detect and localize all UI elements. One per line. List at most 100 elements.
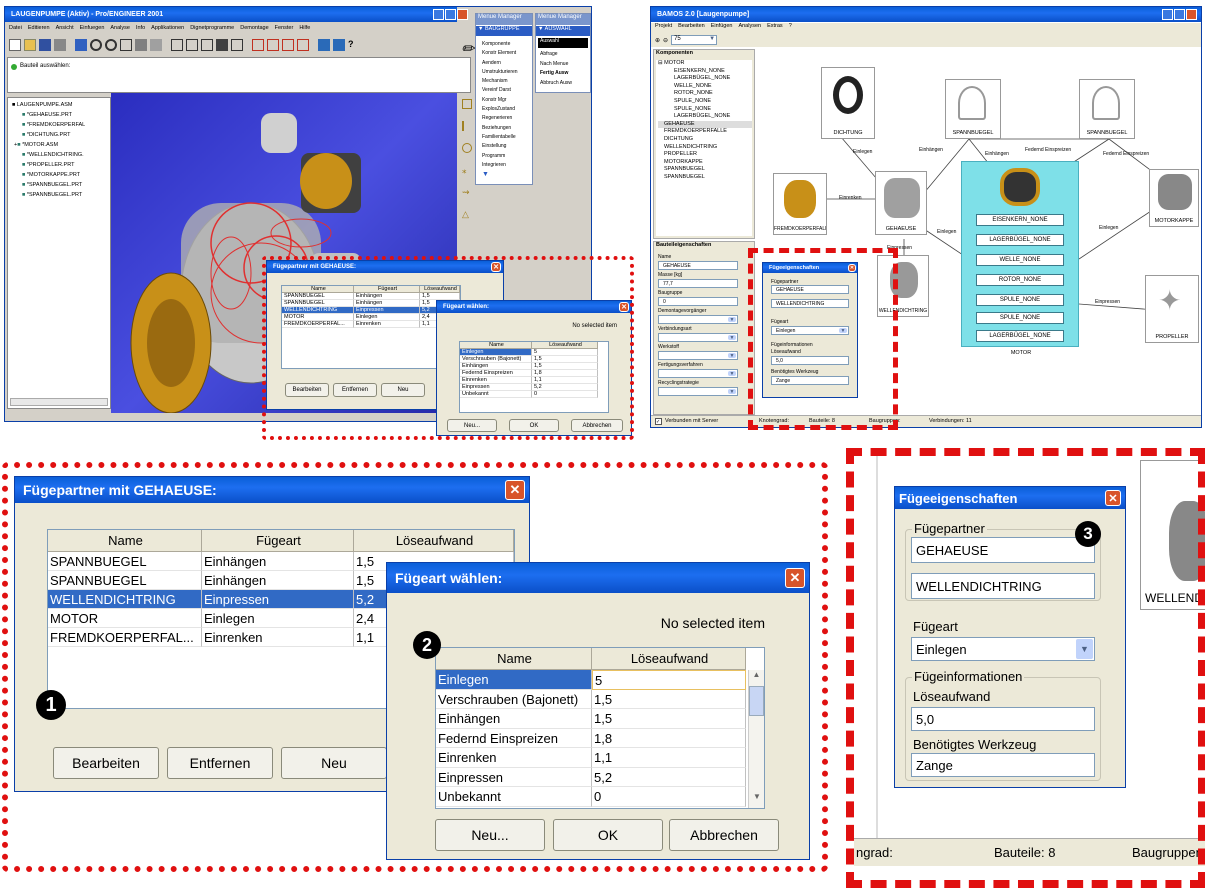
menu-item[interactable]: Familientabelle xyxy=(482,133,518,142)
save-icon[interactable] xyxy=(39,39,51,51)
menu-dignetprogramme[interactable]: Dignetprogramme xyxy=(190,25,234,31)
open-folder-icon[interactable] xyxy=(24,39,36,51)
zoom-in-icon[interactable] xyxy=(90,39,102,51)
menu-item[interactable]: Einstellung xyxy=(482,142,518,151)
tree-item[interactable]: ■ *SPANNBUEGEL.PRT xyxy=(22,192,82,198)
menu-editieren[interactable]: Editieren xyxy=(28,25,50,31)
tree-item[interactable]: SPULE_NONE xyxy=(658,98,752,106)
close-button[interactable] xyxy=(457,9,468,20)
tree-item[interactable]: ■ LAUGENPUMPE.ASM xyxy=(12,102,72,108)
menu-applikationen[interactable]: Applikationen xyxy=(151,25,184,31)
menu-projekt[interactable]: Projekt xyxy=(655,23,672,33)
menu-item[interactable]: Umstrukturieren xyxy=(482,68,518,77)
new-file-icon[interactable] xyxy=(9,39,21,51)
node-spannbuegel-1[interactable]: SPANNBUEGEL xyxy=(945,79,1001,139)
menu-item[interactable]: Aendern xyxy=(482,59,518,68)
menu-item[interactable]: Abbruch Ausw xyxy=(540,79,572,89)
zoom-select[interactable]: 75 ▼ xyxy=(671,35,718,45)
menu-demontage[interactable]: Demontage xyxy=(240,25,268,31)
menu-datei[interactable]: Datei xyxy=(9,25,22,31)
menu-item[interactable]: Integrieren xyxy=(482,161,518,170)
menu-help[interactable]: ? xyxy=(789,23,792,33)
close-button[interactable] xyxy=(1186,9,1197,20)
node-gehaeuse[interactable]: GEHAEUSE xyxy=(875,171,927,235)
minimize-button[interactable] xyxy=(1162,9,1173,20)
motor-part[interactable]: LAGERBÜGEL_NONE xyxy=(976,330,1064,342)
curve-tool-icon[interactable] xyxy=(462,143,472,153)
datum-axis-icon[interactable] xyxy=(267,39,279,51)
menu-item[interactable]: Abfrage xyxy=(540,50,572,60)
analysis-tool-icon[interactable]: △ xyxy=(462,209,472,219)
prop-name-field[interactable]: GEHAEUSE xyxy=(658,261,738,270)
tree-item[interactable]: PROPELLER xyxy=(658,151,752,159)
scroll-down-icon[interactable]: ▼ xyxy=(482,170,518,179)
menu-einfuegen[interactable]: Einfuegen xyxy=(80,25,105,31)
tree-item[interactable]: LAGERBÜGEL_NONE xyxy=(658,75,752,83)
menu-item[interactable]: Komponente xyxy=(482,40,518,49)
tree-item[interactable]: +■ *MOTOR.ASM xyxy=(14,142,58,148)
menu-item[interactable]: Nach Menue xyxy=(540,60,572,70)
menu-analysen[interactable]: Analysen xyxy=(738,23,761,33)
menu-item[interactable]: Programm xyxy=(482,152,518,161)
print-icon[interactable] xyxy=(54,39,66,51)
point-tool-icon[interactable]: ⁎ xyxy=(462,165,472,175)
zoom-out-icon[interactable]: ⊖ xyxy=(663,37,668,44)
tree-item[interactable]: WELLE_NONE xyxy=(658,83,752,91)
motor-part[interactable]: LAGERBÜGEL_NONE xyxy=(976,234,1064,246)
prop-fertigung-select[interactable]: ▼ xyxy=(658,369,738,378)
axis-tool-icon[interactable] xyxy=(462,121,472,131)
motor-part[interactable]: ROTOR_NONE xyxy=(976,274,1064,286)
maximize-button[interactable] xyxy=(1174,9,1185,20)
motor-group[interactable]: EISENKERN_NONE LAGERBÜGEL_NONE WELLE_NON… xyxy=(961,161,1079,356)
tree-item[interactable]: WELLENDICHTRING xyxy=(658,144,752,152)
menu-analyse[interactable]: Analyse xyxy=(110,25,130,31)
saved-view-icon[interactable] xyxy=(150,39,162,51)
node-propeller[interactable]: ✦ PROPELLER xyxy=(1145,275,1199,343)
tree-item[interactable]: LAGERBÜGEL_NONE xyxy=(658,113,752,121)
node-dichtung[interactable]: DICHTUNG xyxy=(821,67,875,139)
menu-item[interactable]: Vereinf Darst xyxy=(482,86,518,95)
tree-item[interactable]: ■ *SPANNBUEGEL.PRT xyxy=(22,182,82,188)
orient-icon[interactable] xyxy=(135,39,147,51)
menu-bearbeiten[interactable]: Bearbeiten xyxy=(678,23,705,33)
tree-item[interactable]: FREMDKOERPERFALLE xyxy=(658,128,752,136)
tree-item[interactable]: ■ *PROPELLER.PRT xyxy=(22,162,74,168)
menu-item[interactable]: ExplosZustand xyxy=(482,105,518,114)
shading-icon[interactable] xyxy=(216,39,228,51)
wireframe-icon[interactable] xyxy=(171,39,183,51)
tree-item[interactable]: ■ *WELLENDICHTRING. xyxy=(22,152,84,158)
menu-item[interactable]: Mechanism xyxy=(482,77,518,86)
tree-item[interactable]: GEHAEUSE xyxy=(658,120,752,129)
motor-part[interactable]: EISENKERN_NONE xyxy=(976,214,1064,226)
tree-item[interactable]: DICHTUNG xyxy=(658,136,752,144)
server-checkbox[interactable]: ✓ xyxy=(655,418,662,425)
prop-baugruppe-field[interactable]: 0 xyxy=(658,297,738,306)
layer-icon[interactable] xyxy=(333,39,345,51)
menu-extras[interactable]: Extras xyxy=(767,23,783,33)
tree-item[interactable]: ROTOR_NONE xyxy=(658,90,752,98)
tree-item[interactable]: ■ *MOTORKAPPE.PRT xyxy=(22,172,80,178)
spin-center-icon[interactable] xyxy=(231,39,243,51)
tree-item[interactable]: ■ *DICHTUNG.PRT xyxy=(22,132,70,138)
model-tree-icon[interactable] xyxy=(318,39,330,51)
datum-point-icon[interactable] xyxy=(282,39,294,51)
minimize-button[interactable] xyxy=(433,9,444,20)
menu-item[interactable]: Konstr Mgr xyxy=(482,96,518,105)
zoom-out-icon[interactable] xyxy=(105,39,117,51)
node-motorkappe[interactable]: MOTORKAPPE xyxy=(1149,169,1199,227)
motor-part[interactable]: WELLE_NONE xyxy=(976,254,1064,266)
tree-scrollbar[interactable] xyxy=(10,398,108,406)
csys-tool-icon[interactable]: ⇝ xyxy=(462,187,472,197)
help-icon[interactable]: ? xyxy=(348,39,360,51)
prop-demontage-select[interactable]: ▼ xyxy=(658,315,738,324)
node-spannbuegel-2[interactable]: SPANNBUEGEL xyxy=(1079,79,1135,139)
menu-item[interactable]: Konstr Element xyxy=(482,49,518,58)
prop-masse-field[interactable]: 77,7 xyxy=(658,279,738,288)
menu-info[interactable]: Info xyxy=(136,25,145,31)
zoom-in-icon[interactable]: ⊕ xyxy=(655,37,660,44)
datum-plane-icon[interactable] xyxy=(252,39,264,51)
motor-part[interactable]: SPULE_NONE xyxy=(976,312,1064,324)
menu-item[interactable]: Fertig Ausw xyxy=(540,69,572,79)
tree-item[interactable]: ■ *GEHAEUSE.PRT xyxy=(22,112,72,118)
menu-ansicht[interactable]: Ansicht xyxy=(56,25,74,31)
